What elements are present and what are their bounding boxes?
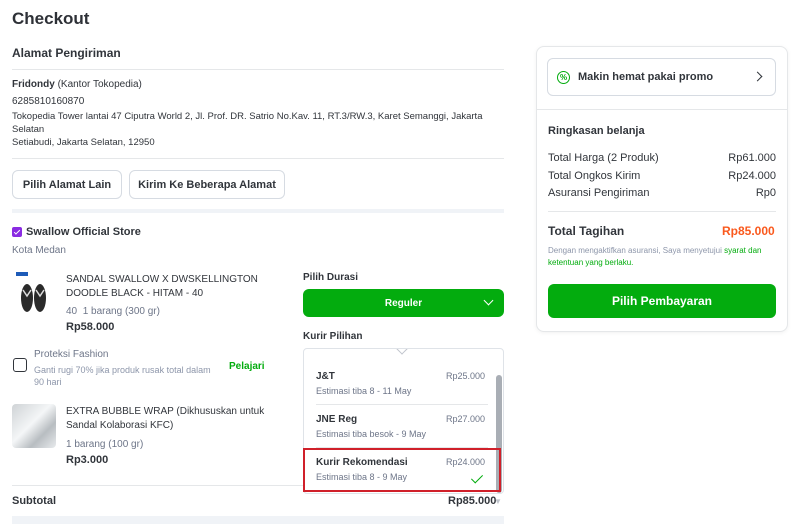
protection-desc: Ganti rugi 70% jika produk rusak total d… (34, 364, 211, 388)
store-city: Kota Medan (12, 245, 66, 256)
disclaimer-text: Dengan mengaktifkan asuransi, Saya menye… (548, 246, 725, 255)
product-image-sandal[interactable] (14, 270, 54, 316)
product-name-line2: Sandal Kolaborasi KFC) (66, 420, 174, 431)
subtotal-label: Subtotal (12, 495, 56, 507)
total-value: Rp85.000 (722, 224, 775, 238)
divider (316, 404, 488, 405)
page-title: Checkout (12, 9, 90, 28)
protection-title: Proteksi Fashion (34, 349, 109, 360)
summary-row: Total Harga (2 Produk) Rp61.000 (548, 152, 776, 164)
terms-link[interactable]: syarat dan (724, 246, 761, 255)
highlight-box (303, 448, 501, 492)
summary-row-label: Total Harga (2 Produk) (548, 152, 659, 164)
product-name[interactable]: EXTRA BUBBLE WRAP (Dikhususkan untuk San… (66, 405, 264, 433)
product-name-line2: DOODLE BLACK - HITAM - 40 (66, 288, 204, 299)
summary-row-label: Total Ongkos Kirim (548, 170, 641, 182)
product-name-line1: SANDAL SWALLOW X DWSKELLINGTON (66, 274, 258, 285)
duration-value: Reguler (384, 297, 423, 309)
insurance-disclaimer: Dengan mengaktifkan asuransi, Saya menye… (548, 245, 776, 269)
total-label: Total Tagihan (548, 224, 625, 238)
courier-option-price: Rp27.000 (445, 414, 485, 424)
summary-row-value: Rp0 (755, 187, 776, 199)
product-variant: 40 (66, 306, 78, 317)
courier-option-eta: Estimasi tiba 8 - 11 May (316, 386, 412, 396)
product-name-line1: EXTRA BUBBLE WRAP (Dikhususkan untuk (66, 406, 265, 417)
product-qty: 1 barang (300 gr) (82, 306, 160, 317)
courier-option[interactable]: J&T Estimasi tiba 8 - 11 May Rp25.000 (316, 371, 485, 396)
recipient-label: (Kantor Tokopedia) (57, 79, 142, 90)
address-line1: Tokopedia Tower lantai 47 Ciputra World … (12, 111, 483, 122)
duration-label: Pilih Durasi (303, 272, 359, 283)
product-image-bubble-wrap[interactable] (12, 404, 56, 448)
official-store-badge-icon (12, 227, 22, 237)
chevron-down-icon (483, 295, 494, 306)
protection-learn-link[interactable]: Pelajari (229, 361, 265, 372)
discount-icon: % (557, 70, 570, 84)
promo-label: Makin hemat pakai promo (578, 71, 714, 83)
send-multiple-addresses-button[interactable]: Kirim Ke Beberapa Alamat (129, 170, 285, 199)
product-meta: 40 1 barang (300 gr) (66, 306, 160, 317)
courier-option-eta: Estimasi tiba besok - 9 May (316, 429, 427, 439)
divider (548, 211, 776, 212)
product-name[interactable]: SANDAL SWALLOW X DWSKELLINGTON DOODLE BL… (66, 273, 258, 301)
summary-row-label: Asuransi Pengiriman (548, 187, 650, 199)
protection-checkbox[interactable] (13, 358, 27, 372)
recipient: Fridondy (Kantor Tokopedia) (12, 79, 142, 90)
address-line2: Selatan (12, 124, 45, 135)
address-line3: Setiabudi, Jakarta Selatan, 12950 (12, 137, 155, 148)
duration-dropdown[interactable]: Reguler (303, 289, 504, 317)
courier-option-price: Rp25.000 (445, 371, 485, 381)
choose-other-address-button[interactable]: Pilih Alamat Lain (12, 170, 122, 199)
summary-title: Ringkasan belanja (548, 125, 645, 137)
chevron-right-icon (752, 71, 763, 82)
summary-row: Total Ongkos Kirim Rp24.000 (548, 170, 776, 182)
product-qty: 1 barang (100 gr) (66, 439, 144, 450)
promo-button[interactable]: % Makin hemat pakai promo (547, 58, 776, 96)
divider (537, 109, 787, 110)
summary-row-value: Rp61.000 (728, 152, 776, 164)
chevron-up-icon (396, 349, 408, 355)
terms-link[interactable]: ketentuan yang berlaku. (548, 258, 633, 267)
section-divider (12, 209, 504, 213)
chevron-down-icon[interactable]: ▼ (494, 497, 502, 506)
section-divider (12, 516, 504, 524)
summary-row: Asuransi Pengiriman Rp0 (548, 187, 776, 199)
store-header[interactable]: Swallow Official Store (12, 226, 141, 238)
protection-desc-line1: Ganti rugi 70% jika produk rusak total d… (34, 365, 211, 375)
divider (12, 158, 504, 159)
store-name: Swallow Official Store (26, 226, 141, 238)
choose-payment-button[interactable]: Pilih Pembayaran (548, 284, 776, 318)
recipient-name: Fridondy (12, 79, 55, 90)
summary-row-value: Rp24.000 (728, 170, 776, 182)
protection-desc-line2: 90 hari (34, 377, 62, 387)
divider (12, 69, 504, 70)
address-section-title: Alamat Pengiriman (12, 46, 121, 60)
subtotal-value: Rp85.000 (448, 495, 497, 507)
product-price: Rp3.000 (66, 454, 109, 466)
courier-label: Kurir Pilihan (303, 331, 363, 342)
courier-option[interactable]: JNE Reg Estimasi tiba besok - 9 May Rp27… (316, 414, 485, 439)
recipient-phone: 6285810160870 (12, 96, 85, 107)
product-price: Rp58.000 (66, 321, 115, 333)
